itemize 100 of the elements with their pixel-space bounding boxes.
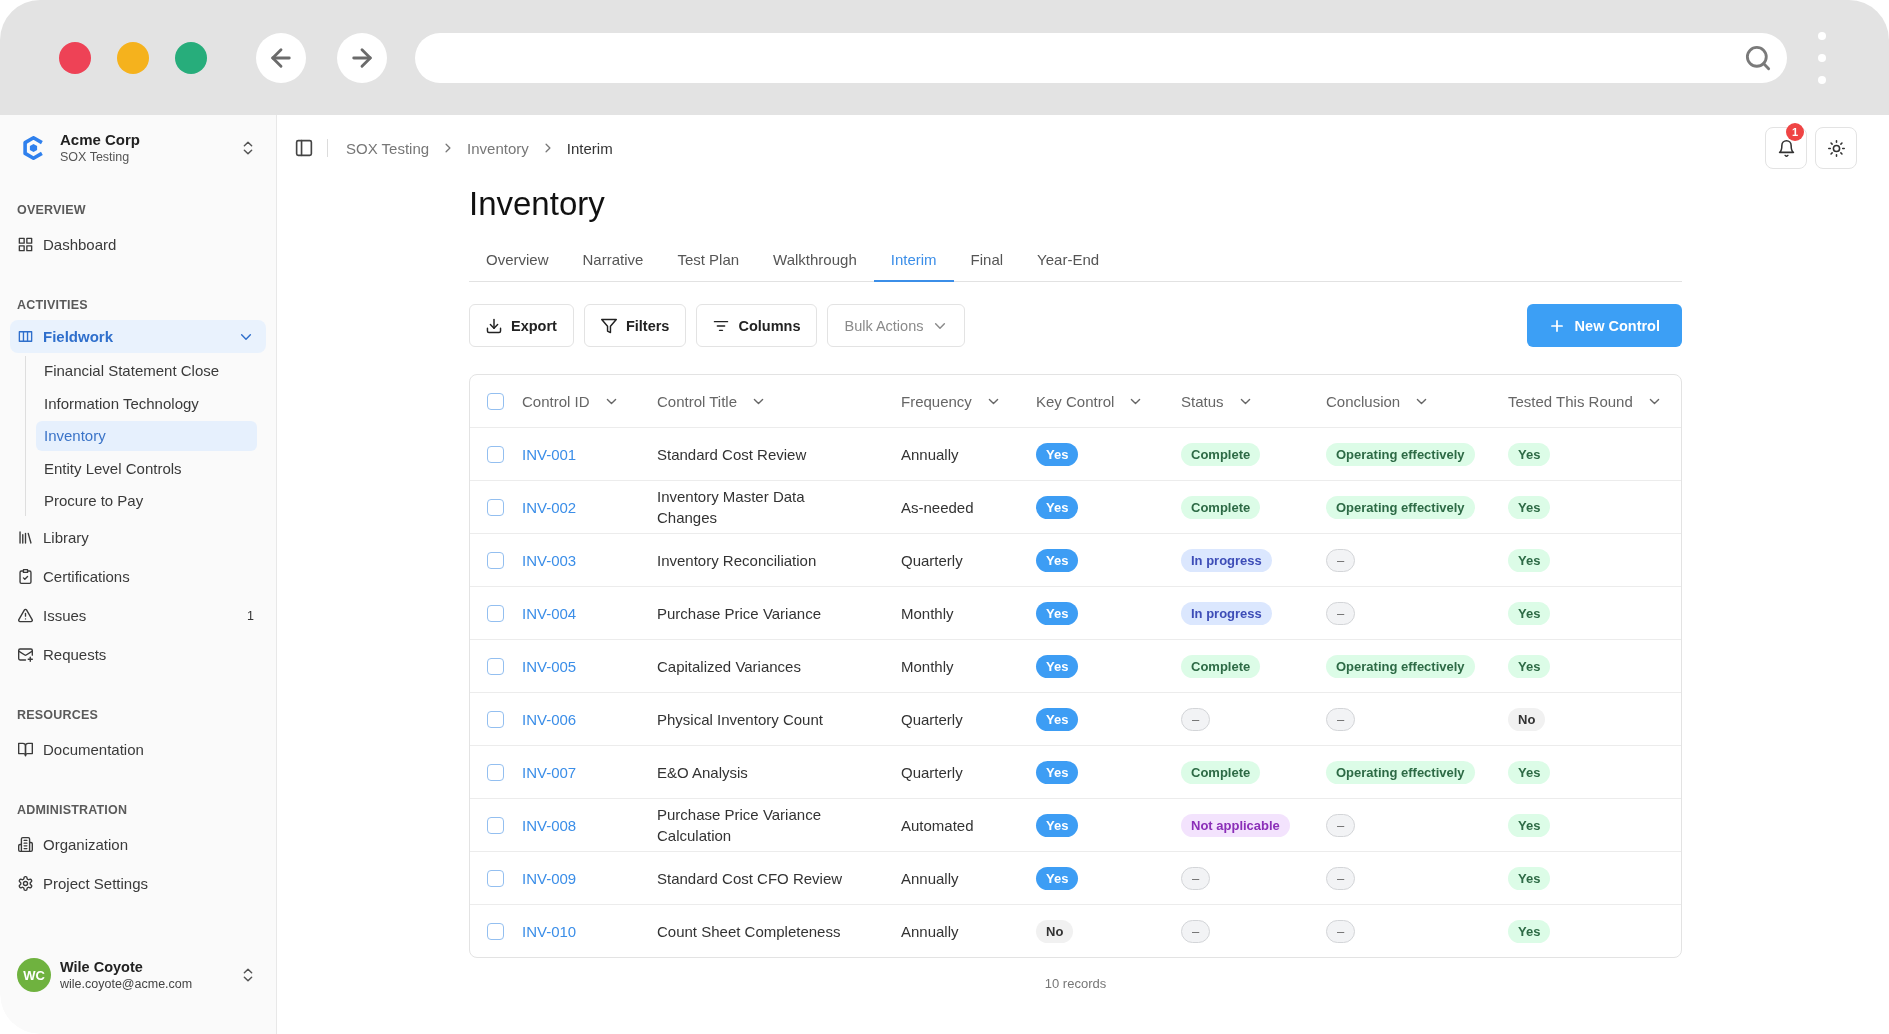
sidebar-item[interactable]: Requests [10, 635, 266, 674]
window-close-icon[interactable] [59, 41, 91, 74]
user-avatar: WC [17, 958, 51, 992]
sidebar-item[interactable]: Certifications [10, 557, 266, 596]
sidebar-toggle-icon[interactable] [295, 139, 313, 157]
row-checkbox[interactable] [487, 445, 504, 463]
tab[interactable]: Final [953, 238, 1021, 282]
control-title: Inventory Reconciliation [657, 550, 817, 571]
filter-icon [600, 317, 617, 334]
control-id-link[interactable]: INV-005 [522, 657, 577, 675]
toolbar-button[interactable]: Export [469, 304, 574, 347]
row-checkbox[interactable] [487, 922, 504, 940]
row-checkbox[interactable] [487, 551, 504, 569]
key-control-badge: Yes [1036, 654, 1079, 678]
conclusion-badge: Operating effectively [1326, 760, 1475, 784]
conclusion-badge: Operating effectively [1326, 442, 1475, 466]
key-control-badge: Yes [1036, 707, 1079, 731]
conclusion-badge: – [1326, 548, 1356, 572]
control-id-link[interactable]: INV-010 [522, 922, 577, 940]
sidebar-item[interactable]: Documentation [10, 730, 266, 769]
row-checkbox[interactable] [487, 498, 504, 516]
tab[interactable]: Narrative [565, 238, 661, 282]
tested-badge: Yes [1508, 813, 1551, 837]
column-header: Frequency [901, 392, 972, 410]
breadcrumb-link[interactable]: SOX Testing [346, 139, 430, 157]
frequency-text: Monthly [901, 604, 954, 622]
tested-badge: Yes [1508, 919, 1551, 943]
mail-plus-icon [18, 647, 33, 662]
key-control-badge: Yes [1036, 548, 1079, 572]
status-badge: Complete [1181, 760, 1261, 784]
control-id-link[interactable]: INV-003 [522, 551, 577, 569]
row-checkbox[interactable] [487, 604, 504, 622]
row-checkbox[interactable] [487, 657, 504, 675]
conclusion-badge: – [1326, 707, 1356, 731]
sidebar-subitem[interactable]: Financial Statement Close [36, 355, 257, 386]
control-id-link[interactable]: INV-001 [522, 445, 577, 463]
sidebar-item[interactable]: Fieldwork [10, 320, 266, 353]
logo-icon [23, 136, 44, 160]
control-title: Inventory Master Data Changes [657, 487, 806, 528]
tested-badge: No [1508, 707, 1546, 731]
clipboard-check-icon [18, 569, 33, 584]
sidebar-subitem[interactable]: Procure to Pay [36, 485, 257, 516]
conclusion-badge: – [1326, 866, 1356, 890]
control-id-link[interactable]: INV-009 [522, 869, 577, 887]
search-icon[interactable] [1745, 44, 1771, 71]
tested-badge: Yes [1508, 866, 1551, 890]
breadcrumb-link[interactable]: Inventory [467, 139, 529, 157]
frequency-text: Annually [901, 445, 959, 463]
column-header: Tested This Round [1508, 392, 1633, 410]
conclusion-badge: – [1326, 919, 1356, 943]
control-id-link[interactable]: INV-002 [522, 498, 577, 516]
toolbar-button[interactable]: Filters [583, 304, 687, 347]
control-title: E&O Analysis [657, 762, 748, 783]
row-checkbox[interactable] [487, 763, 504, 781]
status-badge: Not applicable [1181, 813, 1290, 837]
row-checkbox[interactable] [487, 816, 504, 834]
status-badge: Complete [1181, 654, 1261, 678]
section-heading: ADMINISTRATION [16, 802, 129, 819]
sidebar-item[interactable]: Dashboard [10, 225, 266, 264]
control-title: Standard Cost Review [657, 444, 807, 465]
sidebar-item[interactable]: Organization [10, 825, 266, 864]
bell-icon [1777, 139, 1795, 157]
frequency-text: Quarterly [901, 710, 963, 728]
notification-badge: 1 [1786, 123, 1804, 141]
sidebar-item[interactable]: Issues 1 [10, 596, 266, 635]
key-control-badge: No [1036, 919, 1074, 943]
warning-icon [18, 608, 33, 623]
tab[interactable]: Test Plan [660, 238, 757, 282]
conclusion-badge: – [1326, 813, 1356, 837]
section-heading: OVERVIEW [16, 202, 87, 219]
tab[interactable]: Year-End [1020, 238, 1117, 282]
toolbar-button[interactable]: Columns [696, 304, 818, 347]
status-badge: – [1181, 866, 1211, 890]
tab[interactable]: Walkthrough [756, 238, 874, 282]
key-control-badge: Yes [1036, 813, 1079, 837]
user-name: Wile Coyote [60, 958, 144, 976]
row-checkbox[interactable] [487, 869, 504, 887]
sun-icon [1827, 139, 1845, 157]
tab[interactable]: Overview [469, 238, 566, 282]
select-all-checkbox[interactable] [487, 392, 504, 410]
sidebar-item[interactable]: Library [10, 518, 266, 557]
sidebar-subitem[interactable]: Entity Level Controls [36, 453, 257, 483]
settings-icon [18, 876, 33, 891]
conclusion-badge: – [1326, 601, 1356, 625]
open-book-icon [18, 742, 33, 757]
back-button[interactable] [256, 32, 306, 83]
row-checkbox[interactable] [487, 710, 504, 728]
control-id-link[interactable]: INV-008 [522, 816, 577, 834]
tested-badge: Yes [1508, 760, 1551, 784]
theme-toggle-button[interactable] [1815, 127, 1857, 169]
control-id-link[interactable]: INV-007 [522, 763, 577, 781]
frequency-text: Annually [901, 922, 959, 940]
sidebar-item[interactable]: Project Settings [10, 864, 266, 903]
sidebar-subitem[interactable]: Information Technology [36, 388, 257, 418]
control-id-link[interactable]: INV-006 [522, 710, 577, 728]
sidebar-subitem[interactable]: Inventory [36, 420, 257, 451]
forward-button[interactable] [337, 32, 387, 83]
frequency-text: Automated [901, 816, 974, 834]
window-maximize-icon[interactable] [175, 41, 207, 74]
key-control-badge: Yes [1036, 495, 1079, 519]
